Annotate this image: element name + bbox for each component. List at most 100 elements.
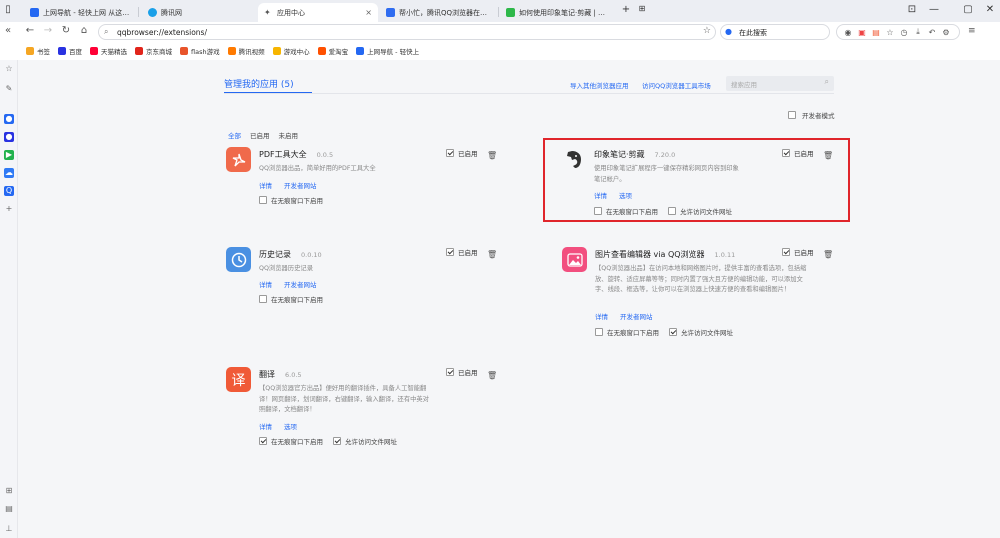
- video-icon[interactable]: ▶: [4, 150, 14, 160]
- incognito-checkbox[interactable]: [594, 207, 602, 215]
- enabled-checkbox[interactable]: [446, 248, 454, 256]
- add-icon[interactable]: +: [4, 204, 14, 214]
- tab-app-center[interactable]: ✦ 应用中心 ×: [258, 3, 378, 22]
- details-link[interactable]: 详情: [594, 190, 607, 200]
- details-link[interactable]: 详情: [259, 421, 272, 431]
- incognito-checkbox[interactable]: [595, 328, 603, 336]
- trash-icon[interactable]: 🗑: [487, 371, 497, 380]
- developer-site-link[interactable]: 开发者网站: [620, 311, 653, 321]
- cloud-icon[interactable]: ☁: [4, 168, 14, 178]
- edit-icon[interactable]: ✎: [4, 84, 14, 94]
- tab-grid-icon[interactable]: ⊞: [636, 4, 648, 13]
- incognito-option[interactable]: 在无痕窗口下启用: [259, 195, 323, 205]
- incognito-checkbox[interactable]: [259, 196, 267, 204]
- file-access-option[interactable]: 允许访问文件网址: [668, 206, 732, 216]
- enabled-toggle[interactable]: 已启用: [782, 148, 814, 158]
- trash-icon[interactable]: 🗑: [823, 151, 833, 160]
- back-icon[interactable]: ←: [24, 25, 36, 36]
- bookmark-item[interactable]: flash游戏: [180, 46, 220, 56]
- search-box[interactable]: ● 在此搜索: [720, 24, 830, 40]
- filter-disabled[interactable]: 未启用: [279, 130, 299, 140]
- tab-nav-home[interactable]: 上网导航 - 轻快上网 从这里开始: [24, 3, 136, 22]
- baidu-icon[interactable]: ●: [4, 132, 14, 142]
- trash-icon[interactable]: 🗑: [487, 151, 497, 160]
- options-link[interactable]: 选项: [619, 190, 632, 200]
- trash-icon[interactable]: 🗑: [823, 250, 833, 259]
- settings-icon[interactable]: ⚙: [939, 28, 953, 37]
- enabled-toggle[interactable]: 已启用: [446, 247, 478, 257]
- evernote-ext-icon[interactable]: ◉: [841, 28, 855, 37]
- reload-icon[interactable]: ↻: [60, 25, 72, 36]
- details-link[interactable]: 详情: [259, 180, 272, 190]
- search-input[interactable]: 在此搜索: [739, 28, 767, 38]
- file-access-checkbox[interactable]: [669, 328, 677, 336]
- search-apps-input[interactable]: 搜索应用 ⌕: [726, 76, 834, 91]
- filter-enabled[interactable]: 已启用: [250, 130, 270, 140]
- import-apps-link[interactable]: 导入其他浏览器应用: [570, 80, 629, 90]
- close-icon[interactable]: ×: [365, 8, 372, 17]
- incognito-checkbox[interactable]: [259, 437, 267, 445]
- enabled-checkbox[interactable]: [782, 248, 790, 256]
- file-access-checkbox[interactable]: [668, 207, 676, 215]
- trash-icon[interactable]: 🗑: [487, 250, 497, 259]
- enabled-toggle[interactable]: 已启用: [782, 247, 814, 257]
- forward-icon[interactable]: →: [42, 25, 54, 36]
- maximize-icon[interactable]: ▢: [962, 4, 974, 15]
- bookmark-item[interactable]: 书签: [26, 46, 50, 56]
- bookmark-item[interactable]: 百度: [58, 46, 82, 56]
- file-access-option[interactable]: 允许访问文件网址: [333, 436, 397, 446]
- enabled-toggle[interactable]: 已启用: [446, 148, 478, 158]
- bookmark-item[interactable]: 腾讯视频: [227, 46, 265, 56]
- enabled-checkbox[interactable]: [782, 149, 790, 157]
- incognito-option[interactable]: 在无痕窗口下启用: [595, 327, 659, 337]
- details-link[interactable]: 详情: [259, 279, 272, 289]
- file-access-option[interactable]: 允许访问文件网址: [669, 327, 733, 337]
- tab-evernote-help[interactable]: 如何使用印象笔记·剪藏 | 印象笔...: [500, 3, 614, 22]
- pin-window-icon[interactable]: ⊡: [906, 4, 918, 15]
- undo-icon[interactable]: ↶: [925, 28, 939, 37]
- enabled-toggle[interactable]: 已启用: [446, 367, 478, 377]
- history-icon[interactable]: ◷: [897, 28, 911, 37]
- new-tab-icon[interactable]: +: [620, 4, 632, 15]
- pin-icon[interactable]: ⊥: [4, 524, 14, 534]
- options-link[interactable]: 选项: [284, 421, 297, 431]
- sidebar-toggle-icon[interactable]: ▯: [2, 4, 14, 15]
- address-url[interactable]: qqbrowser://extensions/: [117, 28, 207, 37]
- add-panel-icon[interactable]: ⊞: [4, 486, 14, 496]
- window-close-icon[interactable]: ✕: [984, 4, 996, 15]
- qq-nav-icon[interactable]: ●: [4, 114, 14, 124]
- incognito-option[interactable]: 在无痕窗口下启用: [259, 436, 323, 446]
- developer-mode-checkbox[interactable]: [788, 111, 796, 119]
- bookmark-icon[interactable]: ☆: [883, 28, 897, 37]
- home-icon[interactable]: ⌂: [78, 25, 90, 36]
- bookmark-item[interactable]: 爱淘宝: [317, 46, 348, 56]
- tab-toolbox[interactable]: 帮小忙，腾讯QQ浏览器在线工具箱: [380, 3, 496, 22]
- translate-ext-icon[interactable]: ▤: [869, 28, 883, 37]
- star-icon[interactable]: ☆: [703, 26, 711, 36]
- bookmark-item[interactable]: 京东商城: [135, 46, 172, 56]
- developer-site-link[interactable]: 开发者网站: [284, 279, 317, 289]
- bookmark-item[interactable]: 上网导航 - 轻快上: [356, 46, 419, 56]
- qq-search-icon[interactable]: Q: [4, 186, 14, 196]
- incognito-option[interactable]: 在无痕窗口下启用: [594, 206, 658, 216]
- bookmark-item[interactable]: 游戏中心: [272, 46, 310, 56]
- download-icon[interactable]: ⤓: [911, 27, 925, 37]
- clipboard-icon[interactable]: ▤: [4, 504, 14, 514]
- developer-site-link[interactable]: 开发者网站: [284, 180, 317, 190]
- minimize-icon[interactable]: —: [928, 4, 940, 15]
- incognito-checkbox[interactable]: [259, 295, 267, 303]
- menu-icon[interactable]: ≡: [968, 26, 976, 36]
- tab-tencent[interactable]: 腾讯网: [142, 3, 252, 22]
- enabled-checkbox[interactable]: [446, 368, 454, 376]
- file-access-checkbox[interactable]: [333, 437, 341, 445]
- details-link[interactable]: 详情: [595, 311, 608, 321]
- developer-mode-toggle[interactable]: 开发者模式: [788, 110, 835, 120]
- collapse-icon[interactable]: «: [2, 25, 14, 36]
- address-bar[interactable]: ⌕ qqbrowser://extensions/ ☆: [98, 24, 716, 40]
- pdf-ext-icon[interactable]: ▣: [855, 28, 869, 37]
- tool-market-link[interactable]: 访问QQ浏览器工具市场: [642, 80, 711, 90]
- filter-all[interactable]: 全部: [228, 130, 241, 140]
- incognito-option[interactable]: 在无痕窗口下启用: [259, 294, 323, 304]
- star-icon[interactable]: ☆: [4, 64, 14, 74]
- bookmark-item[interactable]: 天猫精选: [90, 46, 127, 56]
